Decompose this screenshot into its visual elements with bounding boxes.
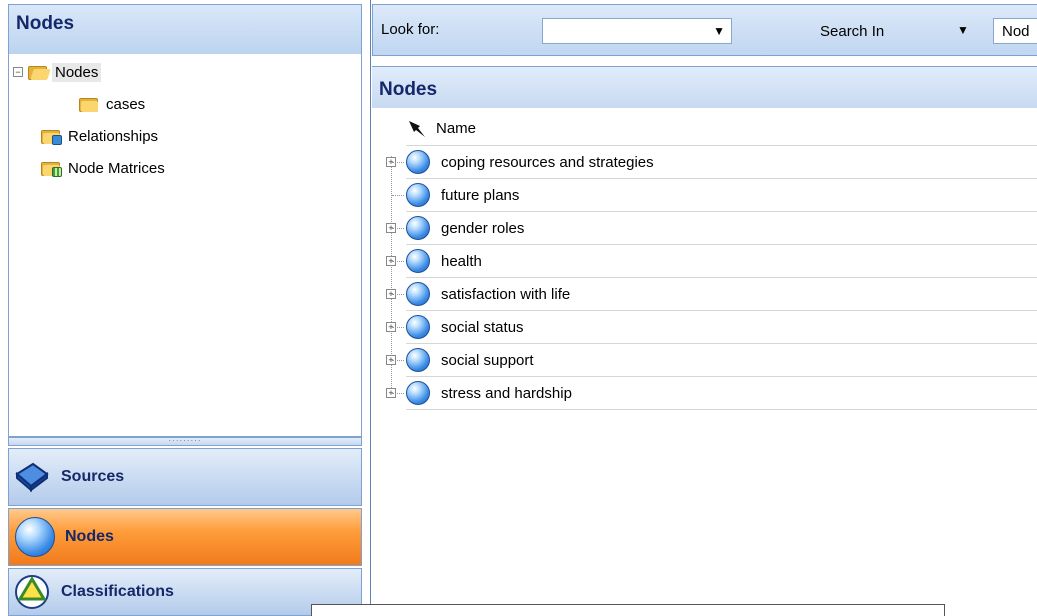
nav-nodes-label: Nodes (65, 528, 114, 545)
nav-button-classifications[interactable]: Classifications (8, 568, 362, 616)
node-sphere-icon (406, 282, 430, 306)
open-folder-icon (28, 64, 51, 80)
node-sphere-icon (406, 315, 430, 339)
list-item[interactable]: gender roles (406, 212, 1037, 245)
nav-sources-label: Sources (61, 468, 125, 485)
find-bar: Look for: ▼ Search In ▼ Nod (372, 4, 1037, 56)
tree-item-cases[interactable]: cases (79, 92, 148, 116)
list-item[interactable]: health (406, 245, 1037, 278)
tree-connector (392, 294, 404, 295)
tree-item-label: Node Matrices (68, 159, 165, 177)
splitter-grip: ········· (168, 436, 202, 445)
node-name: satisfaction with life (441, 285, 571, 303)
classifications-icon (15, 575, 49, 609)
nav-button-sources[interactable]: Sources (8, 448, 362, 506)
nav-button-nodes[interactable]: Nodes (8, 508, 362, 566)
navigation-pane: Nodes − Nodes cases Relationships Node M… (0, 0, 371, 616)
list-item[interactable]: social status (406, 311, 1037, 344)
node-name: coping resources and strategies (441, 153, 654, 171)
node-sphere-icon (406, 381, 430, 405)
node-sphere-icon (406, 249, 430, 273)
navigation-header: Nodes (8, 4, 362, 54)
matrix-folder-icon (41, 160, 62, 177)
list-title: Nodes (379, 79, 438, 100)
nav-classifications-label: Classifications (61, 583, 174, 600)
tree-connector (392, 393, 404, 394)
pin-icon (409, 120, 425, 137)
folder-icon (79, 96, 98, 112)
search-in-value: Nod (1002, 23, 1030, 40)
node-sphere-icon (15, 517, 55, 557)
node-sphere-icon (406, 348, 430, 372)
search-in-dropdown-icon[interactable]: ▼ (957, 23, 969, 37)
tree-item-label: Nodes (52, 62, 102, 82)
node-sphere-icon (406, 150, 430, 174)
tree-item-node-matrices[interactable]: Node Matrices (41, 156, 168, 180)
list-item[interactable]: satisfaction with life (406, 278, 1037, 311)
dropdown-arrow-icon[interactable]: ▼ (713, 24, 725, 38)
column-header-label: Name (436, 120, 477, 137)
tree-item-label: cases (106, 95, 146, 113)
tree-item-label: Relationships (68, 127, 159, 145)
look-for-label: Look for: (381, 21, 440, 38)
content-pane: Look for: ▼ Search In ▼ Nod Nodes Name +… (372, 0, 1037, 616)
node-name: gender roles (441, 219, 525, 237)
node-name: social support (441, 351, 534, 369)
tree-connector (392, 261, 404, 262)
tree-connector (392, 360, 404, 361)
search-in-label[interactable]: Search In (820, 23, 884, 40)
node-name: future plans (441, 186, 520, 204)
list-item[interactable]: social support (406, 344, 1037, 377)
tree-item-relationships[interactable]: Relationships (41, 124, 161, 148)
node-name: social status (441, 318, 524, 336)
pane-splitter[interactable]: ········· (8, 437, 362, 446)
node-sphere-icon (406, 216, 430, 240)
tooltip-box (311, 604, 945, 616)
relationships-folder-icon (41, 128, 62, 145)
tree-connector (392, 162, 404, 163)
tree-connector (392, 195, 404, 196)
column-header-name[interactable]: Name (406, 112, 1037, 146)
node-name: health (441, 252, 482, 270)
tree-connector (392, 228, 404, 229)
list-item[interactable]: future plans (406, 179, 1037, 212)
list-header: Nodes (372, 66, 1037, 108)
search-in-field[interactable]: Nod (993, 18, 1037, 44)
collapse-icon[interactable]: − (13, 67, 23, 77)
look-for-input[interactable]: ▼ (542, 18, 732, 44)
navigation-title: Nodes (16, 13, 75, 34)
sources-icon (15, 462, 49, 493)
node-name: stress and hardship (441, 384, 572, 402)
list-item[interactable]: coping resources and strategies (406, 146, 1037, 179)
tree-item-nodes[interactable]: − Nodes (13, 60, 102, 84)
node-sphere-icon (406, 183, 430, 207)
tree-connector (392, 327, 404, 328)
list-item[interactable]: stress and hardship (406, 377, 1037, 410)
folder-tree: − Nodes cases Relationships Node Matrice… (8, 54, 362, 437)
